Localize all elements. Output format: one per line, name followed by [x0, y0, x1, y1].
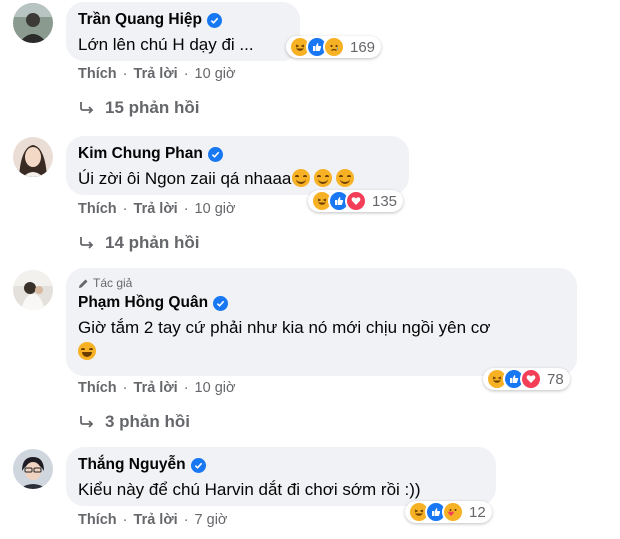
reply-arrow-icon	[80, 237, 94, 249]
comment-bubble: Trần Quang Hiệp Lớn lên chú H dạy đi ...	[66, 2, 300, 61]
love-reaction-icon	[520, 368, 542, 390]
avatar[interactable]	[13, 3, 53, 43]
separator-dot: ·	[183, 380, 189, 396]
timestamp[interactable]: 10 giờ	[195, 66, 236, 82]
comment-author[interactable]: Kim Chung Phan	[78, 145, 203, 163]
comment-text: Úi zời ôi Ngon zaii qá nhaaa	[78, 168, 397, 190]
reaction-summary[interactable]: 78	[483, 368, 570, 390]
timestamp[interactable]: 10 giờ	[195, 380, 236, 396]
comment-author[interactable]: Trần Quang Hiệp	[78, 11, 202, 29]
comment-text: Lớn lên chú H dạy đi ...	[78, 35, 254, 54]
verified-badge-icon	[207, 146, 223, 162]
separator-dot: ·	[183, 201, 189, 217]
comment-bubble: Tác giả Phạm Hồng Quân Giờ tắm 2 tay cứ …	[66, 268, 577, 376]
reply-arrow-icon	[80, 102, 94, 114]
replies-count: 15 phản hồi	[105, 98, 200, 117]
separator-dot: ·	[122, 201, 128, 217]
smiling-face-icon	[336, 169, 355, 187]
reply-link[interactable]: Trả lời	[134, 512, 178, 528]
love-reaction-icon	[345, 190, 367, 212]
separator-dot: ·	[183, 512, 189, 528]
reply-arrow-icon	[80, 416, 94, 428]
reaction-count: 78	[547, 370, 564, 388]
view-replies-link[interactable]: 3 phản hồi	[80, 412, 190, 432]
replies-count: 14 phản hồi	[105, 233, 200, 252]
smiling-face-icon	[314, 169, 333, 187]
verified-badge-icon	[190, 457, 206, 473]
replies-count: 3 phản hồi	[105, 412, 190, 431]
reply-link[interactable]: Trả lời	[134, 201, 178, 217]
separator-dot: ·	[122, 66, 128, 82]
comment-text-content: Úi zời ôi Ngon zaii qá nhaaa	[78, 169, 292, 188]
view-replies-link[interactable]: 15 phản hồi	[80, 98, 199, 118]
comment-text: Kiểu này để chú Harvin dắt đi chơi sớm r…	[78, 480, 421, 499]
separator-dot: ·	[183, 66, 189, 82]
comment-text: Giờ tắm 2 tay cứ phải như kia nó mới chị…	[78, 318, 491, 337]
verified-badge-icon	[207, 12, 223, 28]
reaction-summary[interactable]: 169	[286, 36, 382, 58]
avatar[interactable]	[13, 449, 53, 489]
like-link[interactable]: Thích	[78, 380, 117, 396]
care-reaction-icon	[442, 501, 464, 523]
reaction-count: 135	[372, 192, 398, 210]
reaction-summary[interactable]: 12	[405, 501, 492, 523]
reply-link[interactable]: Trả lời	[134, 66, 178, 82]
reaction-summary[interactable]: 135	[308, 190, 404, 212]
verified-badge-icon	[213, 295, 229, 311]
avatar[interactable]	[13, 270, 53, 310]
timestamp[interactable]: 10 giờ	[195, 201, 236, 217]
comment-bubble: Thắng Nguyễn Kiểu này để chú Harvin dắt …	[66, 447, 496, 506]
author-tag-label: Tác giả	[93, 276, 133, 290]
sad-reaction-icon	[323, 36, 345, 58]
like-link[interactable]: Thích	[78, 201, 117, 217]
avatar[interactable]	[13, 137, 53, 177]
reply-link[interactable]: Trả lời	[134, 380, 178, 396]
reaction-count: 12	[469, 503, 486, 521]
laughing-face-icon	[78, 342, 96, 360]
separator-dot: ·	[122, 512, 128, 528]
pencil-icon	[79, 279, 88, 288]
reaction-count: 169	[350, 38, 376, 56]
smiling-face-icon	[292, 169, 311, 187]
comment-author[interactable]: Thắng Nguyễn	[78, 456, 186, 474]
comment-author[interactable]: Phạm Hồng Quân	[78, 294, 208, 312]
like-link[interactable]: Thích	[78, 512, 117, 528]
like-link[interactable]: Thích	[78, 66, 117, 82]
timestamp[interactable]: 7 giờ	[195, 512, 228, 528]
view-replies-link[interactable]: 14 phản hồi	[80, 233, 199, 253]
author-tag: Tác giả	[78, 275, 565, 291]
separator-dot: ·	[122, 380, 128, 396]
comment-bubble: Kim Chung Phan Úi zời ôi Ngon zaii qá nh…	[66, 136, 409, 195]
